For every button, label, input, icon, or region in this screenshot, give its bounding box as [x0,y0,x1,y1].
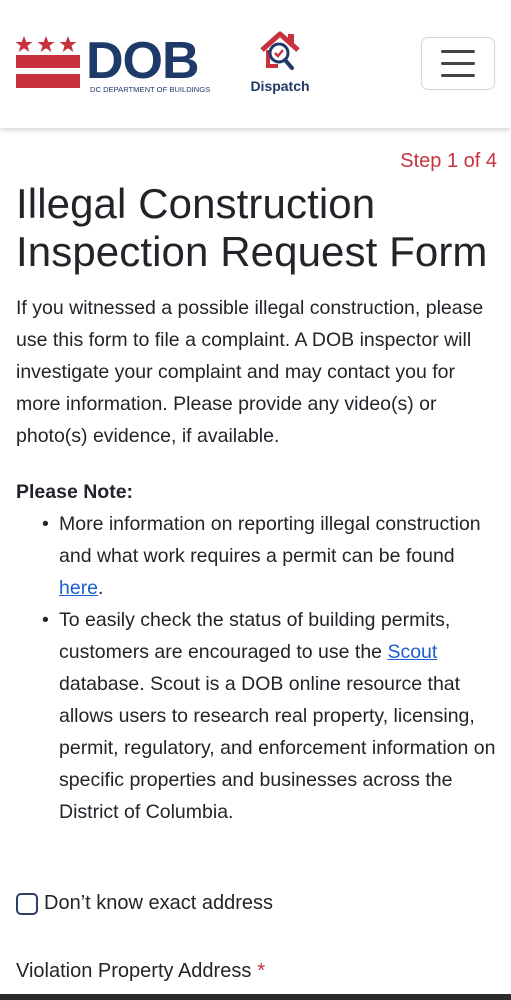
address-input-top-edge[interactable] [0,994,511,1000]
dc-flag-bar-bottom [16,74,80,88]
dispatch-logo[interactable]: Dispatch [248,28,314,98]
step-indicator: Step 1 of 4 [400,150,497,172]
notes-list: • More information on reporting illegal c… [42,508,496,828]
note-text: More information on reporting illegal co… [59,513,481,567]
hamburger-menu-icon [441,74,475,77]
list-item: • More information on reporting illegal c… [42,508,496,604]
scout-link[interactable]: Scout [387,641,437,663]
logo-subtitle: DC DEPARTMENT OF BUILDINGS [90,85,210,94]
dc-flag-bar-top [16,55,80,68]
dc-flag-stars [16,36,77,52]
form-content: Step 1 of 4 Illegal Construction Inspect… [16,150,497,828]
logo-dob-text: DOB [86,32,199,90]
site-header: DOB DC DEPARTMENT OF BUILDINGS Dispatch [0,0,511,128]
address-field-label: Violation Property Address * [16,960,265,983]
unknown-address-option[interactable]: Don’t know exact address [16,892,273,915]
note-text: database. Scout is a DOB online resource… [59,673,496,823]
hamburger-menu-icon [441,62,475,65]
note-heading: Please Note: [16,481,134,503]
house-magnifier-icon [260,31,300,70]
checkbox-label[interactable]: Don’t know exact address [44,892,273,915]
page-title: Illegal Construction Inspection Request … [16,180,488,275]
note-text: . [98,577,104,599]
dob-logo[interactable]: DOB DC DEPARTMENT OF BUILDINGS [16,30,232,96]
bullet-icon: • [42,513,49,535]
intro-paragraph: If you witnessed a possible illegal cons… [16,297,484,447]
address-label-text: Violation Property Address [16,960,252,982]
menu-toggle-button[interactable] [421,37,495,90]
unknown-address-checkbox[interactable] [16,892,38,915]
dispatch-label: Dispatch [250,78,310,94]
bullet-icon: • [42,609,49,631]
here-link[interactable]: here [59,577,98,599]
hamburger-menu-icon [441,50,475,53]
list-item: • To easily check the status of building … [42,604,496,828]
required-indicator: * [257,960,266,982]
